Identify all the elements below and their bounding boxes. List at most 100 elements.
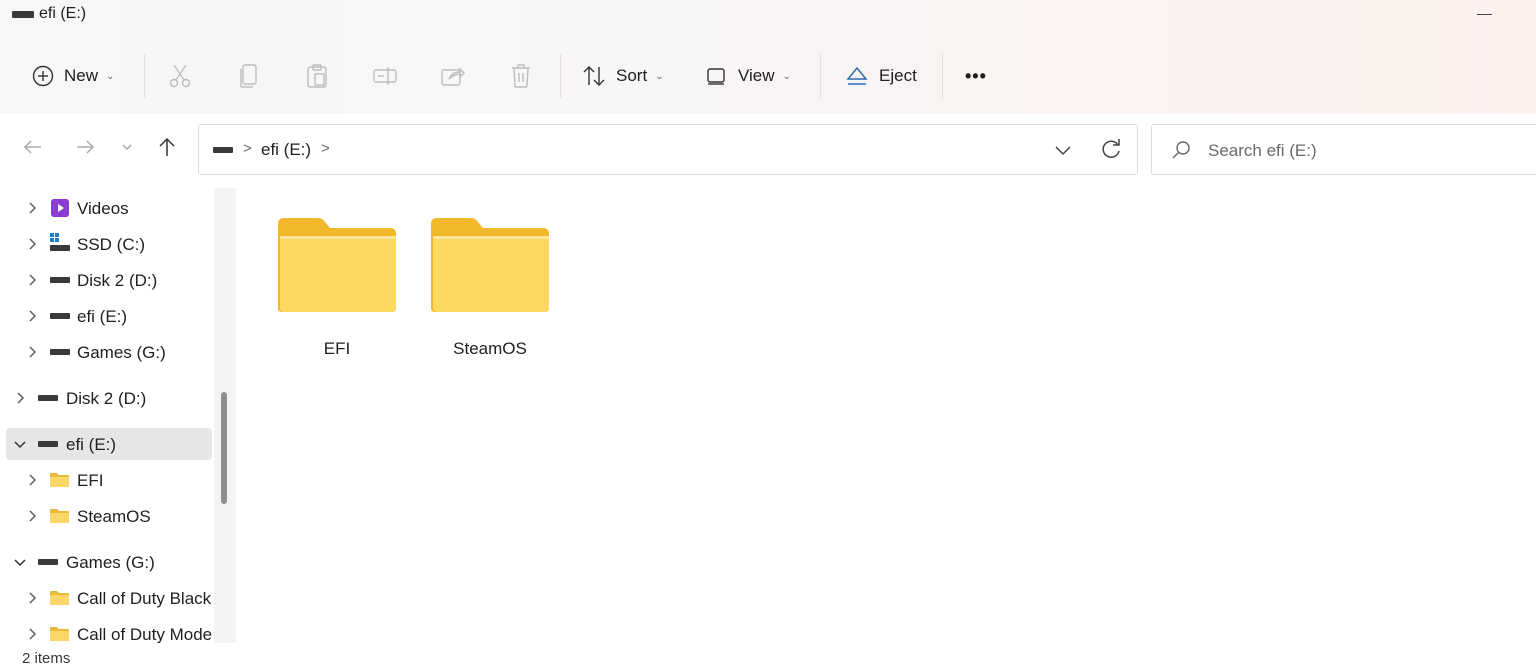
chevron-down-icon: ⌄ <box>106 70 115 82</box>
nav-item-label: EFI <box>77 471 104 490</box>
refresh-button[interactable] <box>1097 135 1125 163</box>
drive-icon <box>50 349 70 355</box>
nav-item-ssd-c[interactable]: SSD (C:) <box>8 228 214 260</box>
share-button[interactable] <box>440 56 466 96</box>
toolbar-divider <box>144 54 145 98</box>
new-label: New <box>64 66 99 85</box>
up-button[interactable] <box>152 132 182 162</box>
sort-icon <box>583 66 605 86</box>
arrow-up-icon <box>159 137 175 156</box>
cut-button[interactable] <box>168 56 192 96</box>
chevron-down-icon <box>122 144 132 150</box>
view-icon <box>707 68 725 85</box>
refresh-icon <box>1102 139 1120 158</box>
breadcrumb-item[interactable]: efi (E:) <box>261 140 311 160</box>
nav-item-label: SSD (C:) <box>77 235 145 254</box>
more-options-button[interactable]: ••• <box>965 56 987 96</box>
nav-item-disk2-d[interactable]: Disk 2 (D:) <box>8 264 214 296</box>
top-area: efi (E:) New ⌄ Sort ⌄ View ⌄ Eject ••• <box>0 0 1536 114</box>
nav-item-cod-modern[interactable]: Call of Duty Mode <box>8 618 214 643</box>
forward-button[interactable] <box>70 132 100 162</box>
rename-button[interactable] <box>372 56 398 96</box>
search-icon <box>1172 141 1190 159</box>
nav-item-steamos-folder[interactable]: SteamOS <box>8 500 214 532</box>
minimize-button[interactable] <box>1468 0 1502 28</box>
folder-icon <box>50 509 69 523</box>
command-bar: New ⌄ Sort ⌄ View ⌄ Eject ••• <box>0 48 1536 102</box>
chevron-down-icon: ⌄ <box>655 70 664 82</box>
sort-label: Sort <box>616 66 648 85</box>
folder-icon <box>278 218 396 312</box>
eject-icon <box>846 66 868 85</box>
nav-item-efi-e[interactable]: efi (E:) <box>8 300 214 332</box>
nav-item-label: Disk 2 (D:) <box>66 389 147 408</box>
new-button[interactable]: New ⌄ <box>32 56 114 96</box>
nav-item-cod-black[interactable]: Call of Duty Black <box>8 582 214 614</box>
chevron-right-icon <box>29 474 36 486</box>
title-bar: efi (E:) <box>0 0 1536 32</box>
system-drive-icon <box>50 233 70 251</box>
eject-button[interactable]: Eject <box>845 56 917 96</box>
nav-item-videos[interactable]: Videos <box>8 192 214 224</box>
chevron-down-icon <box>14 559 26 567</box>
nav-item-disk2-d-root[interactable]: Disk 2 (D:) <box>6 382 214 414</box>
drive-icon <box>12 11 34 18</box>
chevron-right-icon <box>29 310 36 322</box>
drive-icon <box>213 147 233 153</box>
nav-item-label: efi (E:) <box>77 307 128 326</box>
breadcrumb-separator[interactable]: > <box>321 140 330 157</box>
recent-locations-button[interactable] <box>112 132 142 162</box>
nav-scrollbar-thumb[interactable] <box>221 392 227 504</box>
search-input[interactable] <box>1208 139 1528 163</box>
nav-item-label: Call of Duty Black <box>77 589 212 608</box>
chevron-right-icon <box>29 346 36 358</box>
chevron-right-icon <box>17 392 24 404</box>
eject-label: Eject <box>879 66 917 85</box>
status-bar-item-count: 2 items <box>22 650 71 667</box>
nav-item-games-g-root[interactable]: Games (G:) <box>6 546 214 578</box>
folder-tile-steamos[interactable]: SteamOS <box>411 208 551 358</box>
toolbar-divider <box>560 54 561 98</box>
chevron-right-icon <box>29 274 36 286</box>
view-button[interactable]: View ⌄ <box>706 56 791 96</box>
sort-button[interactable]: Sort ⌄ <box>582 56 664 96</box>
clipboard-icon <box>307 64 327 88</box>
nav-item-efi-e-root[interactable]: efi (E:) <box>6 428 212 460</box>
address-dropdown-button[interactable] <box>1049 137 1077 163</box>
arrow-left-icon <box>24 140 41 154</box>
paste-button[interactable] <box>305 56 329 96</box>
folder-name: EFI <box>323 339 351 358</box>
delete-button[interactable] <box>510 56 532 96</box>
chevron-right-icon <box>29 592 36 604</box>
chevron-right-icon <box>29 202 36 214</box>
folder-icon <box>50 591 69 605</box>
chevron-right-icon <box>29 628 36 640</box>
nav-item-label: Call of Duty Mode <box>77 625 213 643</box>
address-bar[interactable]: > efi (E:) > <box>198 124 1138 175</box>
more-icon: ••• <box>965 65 987 86</box>
nav-item-games-g[interactable]: Games (G:) <box>8 336 214 368</box>
nav-item-efi-folder[interactable]: EFI <box>8 464 214 496</box>
folder-tile-efi[interactable]: EFI <box>258 208 398 358</box>
folder-icon <box>431 218 549 312</box>
drive-icon <box>50 313 70 319</box>
copy-button[interactable] <box>238 56 260 96</box>
folder-icon <box>50 627 69 641</box>
chevron-down-icon <box>14 441 26 449</box>
chevron-down-icon <box>1055 146 1071 156</box>
drive-icon <box>38 441 58 447</box>
nav-item-label: Games (G:) <box>66 553 155 572</box>
toolbar-divider <box>820 54 821 98</box>
videos-icon <box>51 199 69 217</box>
chevron-right-icon <box>29 238 36 250</box>
nav-item-label: efi (E:) <box>66 435 117 454</box>
drive-icon <box>38 559 58 565</box>
search-box[interactable] <box>1151 124 1536 175</box>
rename-icon <box>373 67 397 85</box>
chevron-right-icon <box>29 510 36 522</box>
back-button[interactable] <box>18 132 48 162</box>
plus-circle-icon <box>32 65 54 87</box>
view-label: View <box>738 66 775 85</box>
share-icon <box>441 67 465 86</box>
scissors-icon <box>169 64 191 88</box>
